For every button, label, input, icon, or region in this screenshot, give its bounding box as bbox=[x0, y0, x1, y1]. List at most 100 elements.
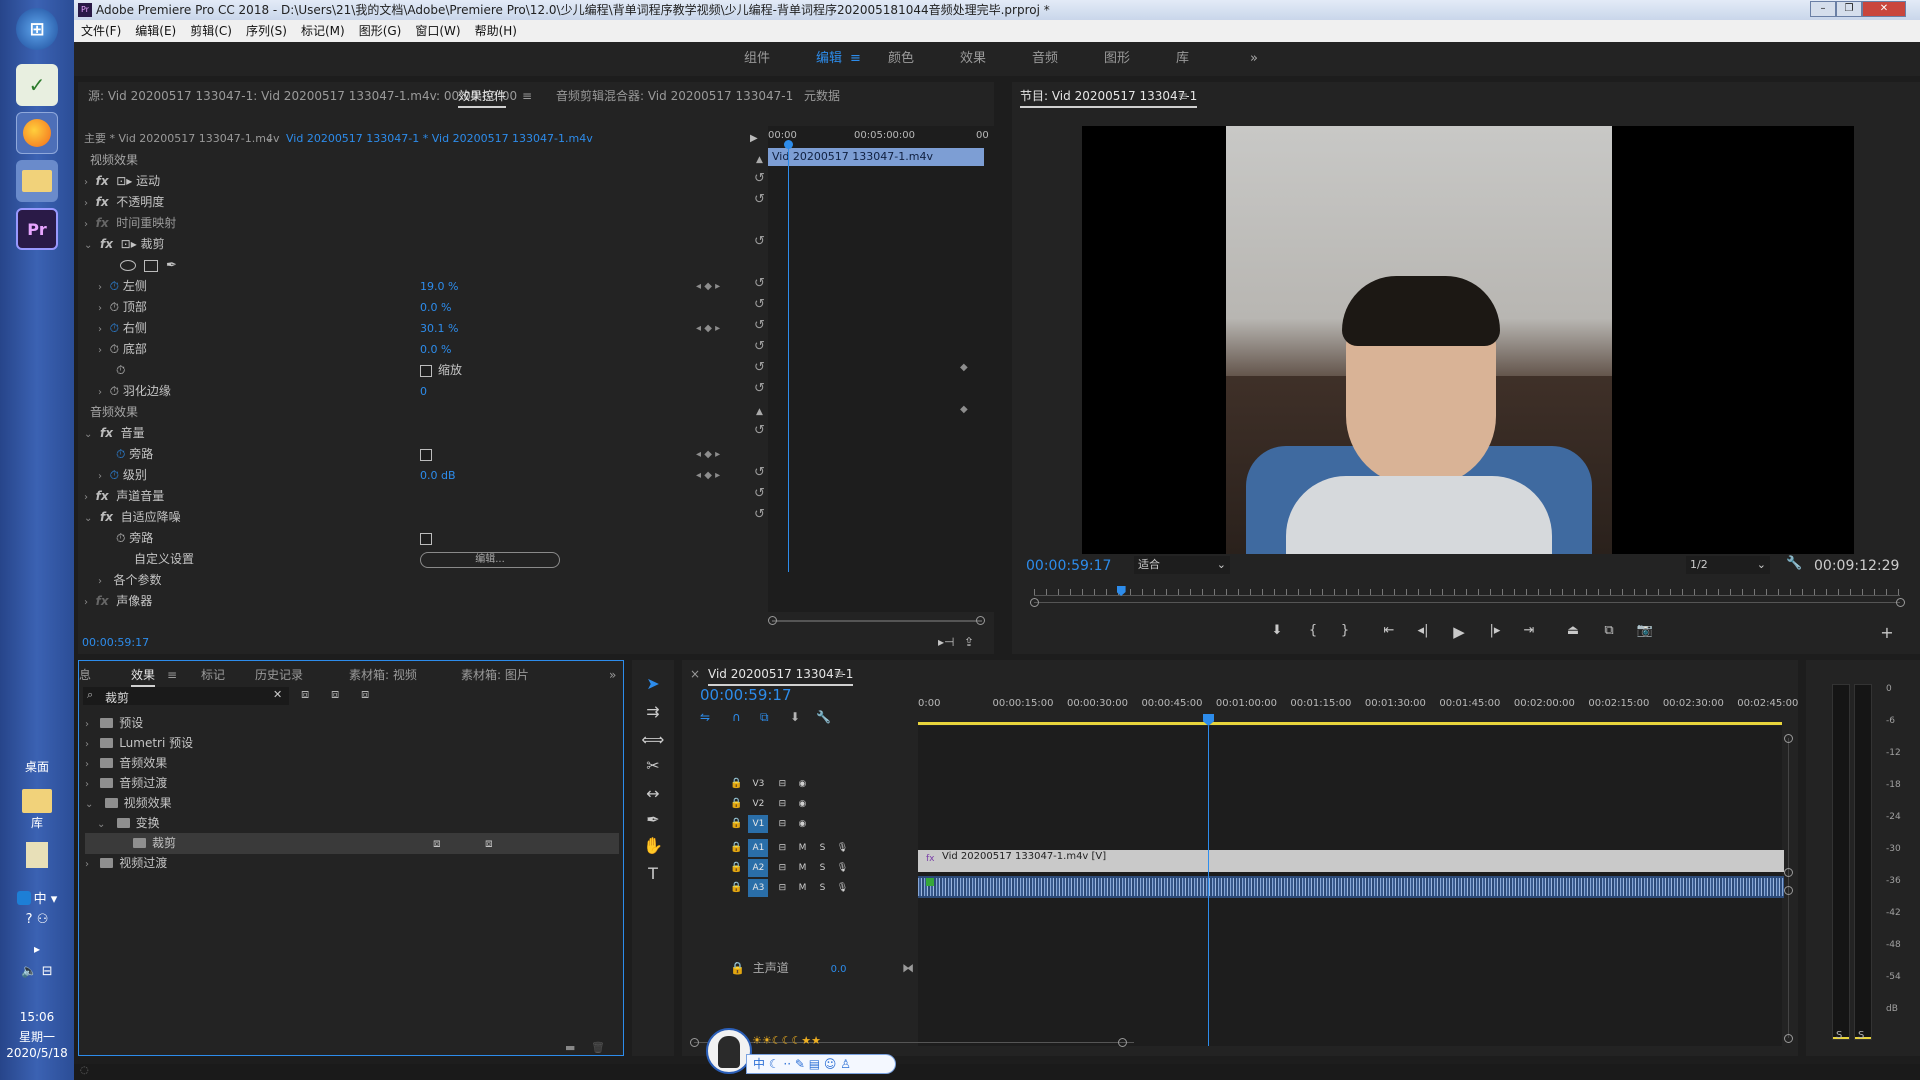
reset-top-icon[interactable]: ↺ bbox=[754, 297, 765, 312]
master-value[interactable]: 0.0 bbox=[831, 964, 847, 975]
play-only-icon[interactable]: ▶ bbox=[750, 128, 758, 149]
keyframe-nav-right[interactable]: ◂ ◆ ▸ bbox=[696, 323, 720, 334]
reset-bottom-icon[interactable]: ↺ bbox=[754, 339, 765, 354]
chevron-down-icon[interactable]: ⌄ bbox=[264, 128, 274, 149]
add-marker-icon[interactable]: ⬇ bbox=[790, 710, 800, 724]
tray-expand-icon[interactable]: ▸ bbox=[0, 942, 74, 956]
hscroll-right-handle[interactable] bbox=[1118, 1038, 1127, 1047]
mute-button[interactable]: M bbox=[792, 859, 812, 877]
timeline-ruler[interactable]: 0:00 00:00:15:00 00:00:30:00 00:00:45:00 00:… bbox=[918, 698, 1798, 716]
selection-tool-icon[interactable]: ➤ bbox=[641, 674, 665, 693]
menu-item[interactable]: 标记(M) bbox=[301, 24, 345, 38]
microphone-icon[interactable]: 🎙 bbox=[832, 879, 852, 897]
effects-tree-item[interactable]: › 视频过渡 bbox=[85, 853, 167, 874]
solo-button[interactable]: S bbox=[812, 839, 832, 857]
left-value[interactable]: 19.0 % bbox=[420, 276, 458, 297]
chevron-right-icon[interactable]: › bbox=[98, 345, 102, 356]
menu-item[interactable]: 序列(S) bbox=[246, 24, 287, 38]
reset-channel-volume-icon[interactable]: ↺ bbox=[754, 486, 765, 501]
menu-item[interactable]: 编辑(E) bbox=[135, 24, 176, 38]
stopwatch-icon[interactable]: ⏱ bbox=[116, 531, 125, 545]
ime-mode-icons[interactable]: ☾ ·· ✎ ▤ ☺ ♙ bbox=[769, 1057, 851, 1071]
vscroll-mid-handle[interactable] bbox=[1784, 868, 1793, 877]
program-video-frame[interactable] bbox=[1082, 126, 1854, 554]
vscroll-top-handle[interactable] bbox=[1784, 734, 1793, 743]
firefox-icon[interactable] bbox=[16, 112, 58, 154]
more-panels-icon[interactable]: » bbox=[609, 661, 616, 689]
menu-item[interactable]: 帮助(H) bbox=[475, 24, 517, 38]
hscroll-left-handle[interactable] bbox=[690, 1038, 699, 1047]
workspace-menu-icon[interactable]: ≡ bbox=[850, 42, 861, 76]
delete-icon[interactable]: 🗑 bbox=[591, 1041, 605, 1054]
lock-icon[interactable]: 🔒 bbox=[730, 961, 745, 975]
sync-lock-icon[interactable]: ⊟ bbox=[772, 879, 792, 897]
keyframe-nav-bypass[interactable]: ◂ ◆ ▸ bbox=[696, 449, 720, 460]
fx-icon[interactable]: fx bbox=[96, 489, 109, 503]
workspace-tab[interactable]: 库 bbox=[1176, 42, 1189, 76]
eye-icon[interactable]: ◉ bbox=[792, 815, 812, 833]
track-select-tool-icon[interactable]: ⇉ bbox=[641, 702, 665, 721]
go-to-out-icon[interactable]: ⇥ bbox=[1518, 623, 1540, 638]
solo-right-button[interactable]: S bbox=[1858, 1030, 1864, 1041]
sync-lock-icon[interactable]: ⊟ bbox=[772, 775, 792, 793]
qq-icon[interactable] bbox=[16, 891, 31, 905]
ime-toolbar[interactable]: ☀☀☾☾☾★★ 中 ☾ ·· ✎ ▤ ☺ ♙ bbox=[706, 1028, 906, 1080]
tab-sequence[interactable]: Vid 20200517 133047-1 bbox=[708, 660, 854, 688]
effect-opacity[interactable]: › fx 不透明度 bbox=[84, 192, 164, 213]
chevron-right-icon[interactable]: › bbox=[85, 859, 92, 870]
reset-crop-icon[interactable]: ↺ bbox=[754, 234, 765, 249]
top-value[interactable]: 0.0 % bbox=[420, 297, 451, 318]
effects-tree-item[interactable]: ⌄ 变换 bbox=[97, 813, 160, 834]
chevron-right-icon[interactable]: › bbox=[98, 324, 102, 335]
solo-button[interactable]: S bbox=[812, 879, 832, 897]
effect-crop[interactable]: ⌄ fx ⊡▸ 裁剪 bbox=[84, 234, 165, 255]
workspace-more-button[interactable]: » bbox=[1250, 42, 1258, 76]
filter-icon[interactable]: ▸⊣ bbox=[938, 632, 954, 653]
chevron-down-icon[interactable]: ⌄ bbox=[84, 513, 92, 524]
effects-panel-tab[interactable]: 素材箱: 视频 bbox=[349, 661, 417, 689]
step-back-icon[interactable]: ◂| bbox=[1412, 623, 1434, 638]
program-zoom-bar[interactable] bbox=[1034, 602, 1900, 603]
menu-item[interactable]: 剪辑(C) bbox=[190, 24, 232, 38]
yuv-effects-icon[interactable]: ⧈ bbox=[361, 687, 369, 702]
fx-icon[interactable]: fx bbox=[96, 174, 109, 188]
go-to-in-icon[interactable]: ⇤ bbox=[1378, 623, 1400, 638]
menu-item[interactable]: 图形(G) bbox=[359, 24, 402, 38]
sync-lock-icon[interactable]: ⊟ bbox=[772, 795, 792, 813]
feather-value[interactable]: 0 bbox=[420, 381, 427, 402]
add-marker-icon[interactable]: ⬇ bbox=[1266, 623, 1288, 638]
track-target-a1[interactable]: A1 bbox=[748, 839, 769, 857]
effects-panel-tab[interactable]: 标记 bbox=[201, 661, 225, 689]
work-area-bar[interactable] bbox=[918, 722, 1782, 725]
fx-icon[interactable]: fx bbox=[100, 510, 113, 524]
fx-icon[interactable]: fx bbox=[100, 237, 113, 251]
effect-panner[interactable]: › fx 声像器 bbox=[84, 591, 152, 612]
timeline-timecode[interactable]: 00:00:59:17 bbox=[700, 686, 792, 704]
chevron-down-icon[interactable]: ⌄ bbox=[97, 819, 109, 830]
sequence-clip-label[interactable]: Vid 20200517 133047-1 * Vid 20200517 133… bbox=[286, 128, 593, 149]
fx-icon[interactable]: fx bbox=[100, 426, 113, 440]
timeline-menu-icon[interactable]: ≡ bbox=[834, 660, 844, 688]
lock-icon[interactable]: 🔒 bbox=[730, 862, 742, 873]
task-manager-icon[interactable]: ✓ bbox=[16, 64, 58, 106]
close-button[interactable]: ✕ bbox=[1862, 1, 1906, 17]
workspace-tab[interactable]: 编辑 bbox=[816, 42, 842, 76]
file-icon[interactable] bbox=[16, 834, 58, 876]
effects-tree-item[interactable]: ⌄ 视频效果 bbox=[85, 793, 172, 814]
chevron-down-icon[interactable]: ⌄ bbox=[84, 429, 92, 440]
play-icon[interactable]: ▶ bbox=[1448, 623, 1470, 641]
resolution-dropdown[interactable]: 1/2 ⌄ bbox=[1686, 556, 1770, 574]
program-zoom-end[interactable] bbox=[1896, 598, 1905, 607]
effects-search-input[interactable]: ⌕ 裁剪 ✕ bbox=[83, 687, 289, 705]
vscroll-mid2-handle[interactable] bbox=[1784, 886, 1793, 895]
close-sequence-icon[interactable]: × bbox=[690, 660, 700, 688]
ec-zoom-end-handle[interactable] bbox=[976, 616, 985, 625]
zoom-checkbox[interactable] bbox=[420, 365, 432, 377]
reset-level-icon[interactable]: ↺ bbox=[754, 465, 765, 480]
mute-button[interactable]: M bbox=[792, 839, 812, 857]
slip-tool-icon[interactable]: ↔ bbox=[641, 784, 665, 803]
explorer-icon[interactable] bbox=[16, 160, 58, 202]
chevron-right-icon[interactable]: › bbox=[85, 759, 92, 770]
new-folder-icon[interactable]: ▬ bbox=[565, 1041, 575, 1054]
program-menu-icon[interactable]: ≡ bbox=[1178, 82, 1188, 110]
